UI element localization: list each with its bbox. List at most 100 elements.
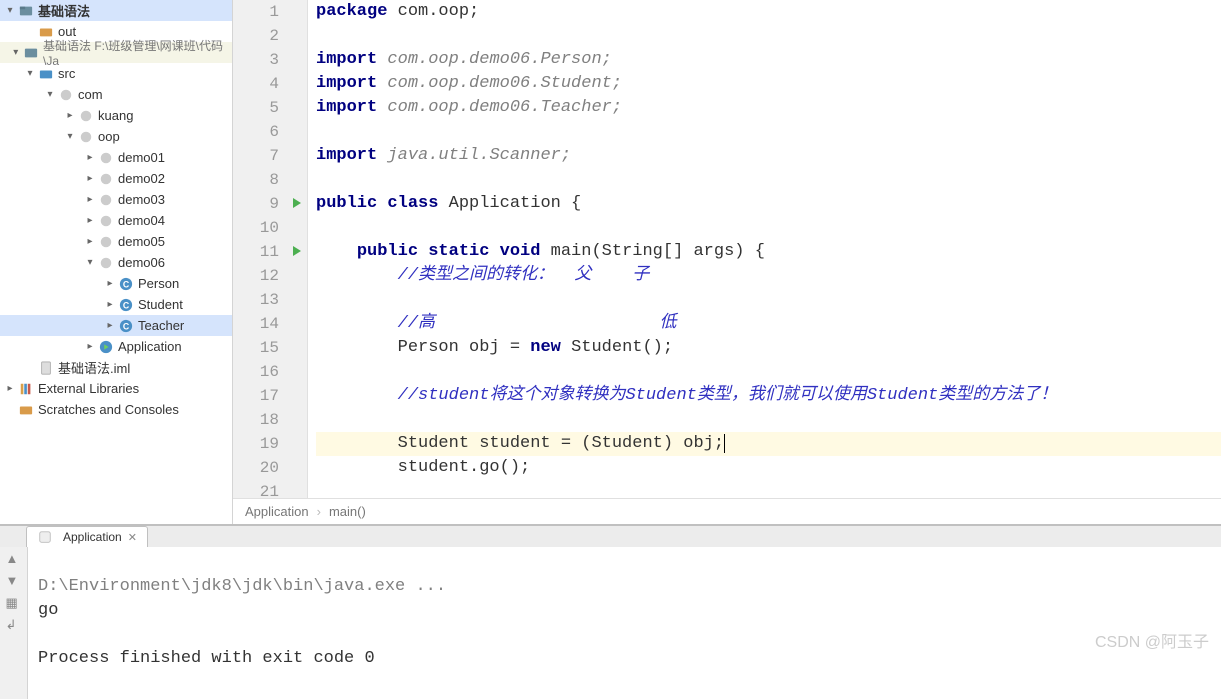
line-number[interactable]: 5 <box>233 96 279 120</box>
project-tree[interactable]: 基础语法 out 基础语法 F:\班级管理\网课班\代码\Ja src com <box>0 0 233 524</box>
chevron-right-icon[interactable] <box>84 152 96 164</box>
code-line[interactable] <box>316 480 1221 498</box>
chevron-right-icon[interactable] <box>104 320 116 332</box>
line-number[interactable]: 6 <box>233 120 279 144</box>
breadcrumb-separator: › <box>317 504 321 519</box>
tree-label: Scratches and Consoles <box>38 402 179 417</box>
tree-demo06[interactable]: demo06 <box>0 252 232 273</box>
code-line[interactable] <box>316 360 1221 384</box>
line-number[interactable]: 18 <box>233 408 279 432</box>
code-line[interactable] <box>316 120 1221 144</box>
breadcrumb-method[interactable]: main() <box>329 504 366 519</box>
code-line[interactable]: student.go(); <box>316 456 1221 480</box>
chevron-right-icon[interactable] <box>84 236 96 248</box>
code-line[interactable]: import java.util.Scanner; <box>316 144 1221 168</box>
tree-demo01[interactable]: demo01 <box>0 147 232 168</box>
run-tab[interactable]: Application ✕ <box>26 526 148 547</box>
tree-root[interactable]: 基础语法 <box>0 0 232 21</box>
code-line[interactable] <box>316 216 1221 240</box>
code-line[interactable]: //高 低 <box>316 312 1221 336</box>
wrap-icon[interactable]: ↲ <box>6 617 22 633</box>
code-line[interactable]: public static void main(String[] args) { <box>316 240 1221 264</box>
code-line[interactable]: //类型之间的转化： 父 子 <box>316 264 1221 288</box>
line-number[interactable]: 11 <box>233 240 279 264</box>
tree-person[interactable]: C Person <box>0 273 232 294</box>
tree-demo04[interactable]: demo04 <box>0 210 232 231</box>
line-number[interactable]: 15 <box>233 336 279 360</box>
line-gutter[interactable]: 123456789101112131415161718192021 <box>233 0 308 498</box>
chevron-down-icon[interactable] <box>44 89 56 101</box>
chevron-down-icon[interactable] <box>10 47 22 59</box>
line-number[interactable]: 3 <box>233 48 279 72</box>
code-line[interactable]: Person obj = new Student(); <box>316 336 1221 360</box>
line-number[interactable]: 13 <box>233 288 279 312</box>
run-gutter-icon[interactable] <box>293 198 301 208</box>
chevron-right-icon[interactable] <box>4 383 16 395</box>
tree-demo02[interactable]: demo02 <box>0 168 232 189</box>
class-run-icon <box>98 339 114 355</box>
line-number[interactable]: 20 <box>233 456 279 480</box>
tree-iml[interactable]: 基础语法.iml <box>0 357 232 378</box>
tree-demo05[interactable]: demo05 <box>0 231 232 252</box>
line-number[interactable]: 7 <box>233 144 279 168</box>
line-number[interactable]: 8 <box>233 168 279 192</box>
up-icon[interactable]: ▲ <box>6 551 22 567</box>
tree-student[interactable]: C Student <box>0 294 232 315</box>
console-output[interactable]: D:\Environment\jdk8\jdk\bin\java.exe ...… <box>28 547 1221 699</box>
code-line[interactable]: Student student = (Student) obj; <box>316 432 1221 456</box>
tree-demo03[interactable]: demo03 <box>0 189 232 210</box>
line-number[interactable]: 10 <box>233 216 279 240</box>
breadcrumb[interactable]: Application › main() <box>233 498 1221 524</box>
tree-module[interactable]: 基础语法 F:\班级管理\网课班\代码\Ja <box>0 42 232 63</box>
line-number[interactable]: 19 <box>233 432 279 456</box>
breadcrumb-class[interactable]: Application <box>245 504 309 519</box>
chevron-right-icon[interactable] <box>104 299 116 311</box>
chevron-right-icon[interactable] <box>84 341 96 353</box>
code-line[interactable] <box>316 168 1221 192</box>
run-gutter-icon[interactable] <box>293 246 301 256</box>
close-icon[interactable]: ✕ <box>128 531 137 544</box>
code-line[interactable]: public class Application { <box>316 192 1221 216</box>
editor[interactable]: 123456789101112131415161718192021 packag… <box>233 0 1221 524</box>
tree-com[interactable]: com <box>0 84 232 105</box>
line-number[interactable]: 2 <box>233 24 279 48</box>
code-line[interactable] <box>316 24 1221 48</box>
chevron-down-icon[interactable] <box>4 5 16 17</box>
run-tool-window[interactable]: Application ✕ ▲ ▼ ▦ ↲ D:\Environment\jdk… <box>0 524 1221 664</box>
line-number[interactable]: 1 <box>233 0 279 24</box>
line-number[interactable]: 21 <box>233 480 279 498</box>
tree-teacher[interactable]: C Teacher <box>0 315 232 336</box>
line-number[interactable]: 14 <box>233 312 279 336</box>
chevron-down-icon[interactable] <box>64 131 76 143</box>
tree-label: Teacher <box>138 318 184 333</box>
code-line[interactable]: import com.oop.demo06.Student; <box>316 72 1221 96</box>
code-line[interactable] <box>316 288 1221 312</box>
svg-text:C: C <box>123 279 130 289</box>
package-icon <box>98 255 114 271</box>
line-number[interactable]: 12 <box>233 264 279 288</box>
line-number[interactable]: 17 <box>233 384 279 408</box>
code-line[interactable]: import com.oop.demo06.Person; <box>316 48 1221 72</box>
code-area[interactable]: package com.oop; import com.oop.demo06.Pe… <box>308 0 1221 498</box>
chevron-right-icon[interactable] <box>84 173 96 185</box>
code-line[interactable]: //student将这个对象转换为Student类型，我们就可以使用Studen… <box>316 384 1221 408</box>
code-line[interactable]: import com.oop.demo06.Teacher; <box>316 96 1221 120</box>
code-line[interactable]: package com.oop; <box>316 0 1221 24</box>
down-icon[interactable]: ▼ <box>6 573 22 589</box>
tree-scratch[interactable]: Scratches and Consoles <box>0 399 232 420</box>
code-line[interactable] <box>316 408 1221 432</box>
chevron-right-icon[interactable] <box>84 215 96 227</box>
line-number[interactable]: 4 <box>233 72 279 96</box>
tree-oop[interactable]: oop <box>0 126 232 147</box>
tree-ext-lib[interactable]: External Libraries <box>0 378 232 399</box>
chevron-down-icon[interactable] <box>84 257 96 269</box>
chevron-right-icon[interactable] <box>104 278 116 290</box>
chevron-right-icon[interactable] <box>84 194 96 206</box>
line-number[interactable]: 9 <box>233 192 279 216</box>
line-number[interactable]: 16 <box>233 360 279 384</box>
tree-kuang[interactable]: kuang <box>0 105 232 126</box>
layout-icon[interactable]: ▦ <box>6 595 22 611</box>
chevron-right-icon[interactable] <box>64 110 76 122</box>
tree-application[interactable]: Application <box>0 336 232 357</box>
chevron-down-icon[interactable] <box>24 68 36 80</box>
